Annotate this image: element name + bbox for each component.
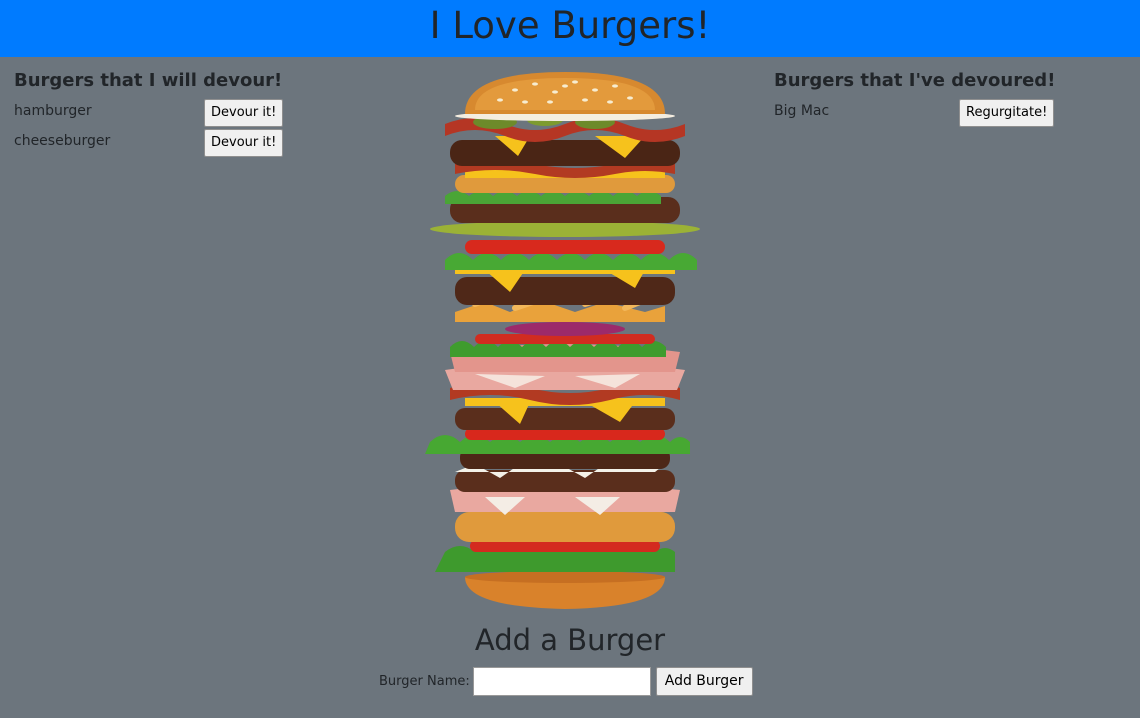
burger-name: cheeseburger (14, 133, 111, 149)
list-item: cheeseburger Devour it! (14, 129, 304, 159)
add-burger-title: Add a Burger (474, 623, 666, 657)
devoured-burgers-column: Burgers that I've devoured! Big Mac Regu… (774, 67, 1074, 129)
devoured-heading: Burgers that I've devoured! (774, 70, 1056, 91)
add-burger-form: Burger Name: Add Burger (379, 666, 753, 696)
regurgitate-button[interactable]: Regurgitate! (959, 99, 1055, 127)
devour-button[interactable]: Devour it! (204, 129, 284, 157)
uneaten-heading: Burgers that I will devour! (14, 70, 283, 91)
list-item: Big Mac Regurgitate! (774, 99, 1074, 129)
header-banner: I Love Burgers! (0, 0, 1140, 57)
burger-name: hamburger (14, 103, 92, 119)
list-item: hamburger Devour it! (14, 99, 304, 129)
add-burger-button[interactable]: Add Burger (655, 666, 753, 696)
uneaten-burgers-column: Burgers that I will devour! hamburger De… (14, 67, 304, 159)
burger-name-input[interactable] (472, 666, 651, 696)
burger-name: Big Mac (774, 103, 830, 119)
burger-name-label: Burger Name: (379, 673, 470, 689)
page-title: I Love Burgers! (429, 4, 711, 47)
burger-stack-image (425, 72, 700, 609)
devour-button[interactable]: Devour it! (204, 99, 284, 127)
